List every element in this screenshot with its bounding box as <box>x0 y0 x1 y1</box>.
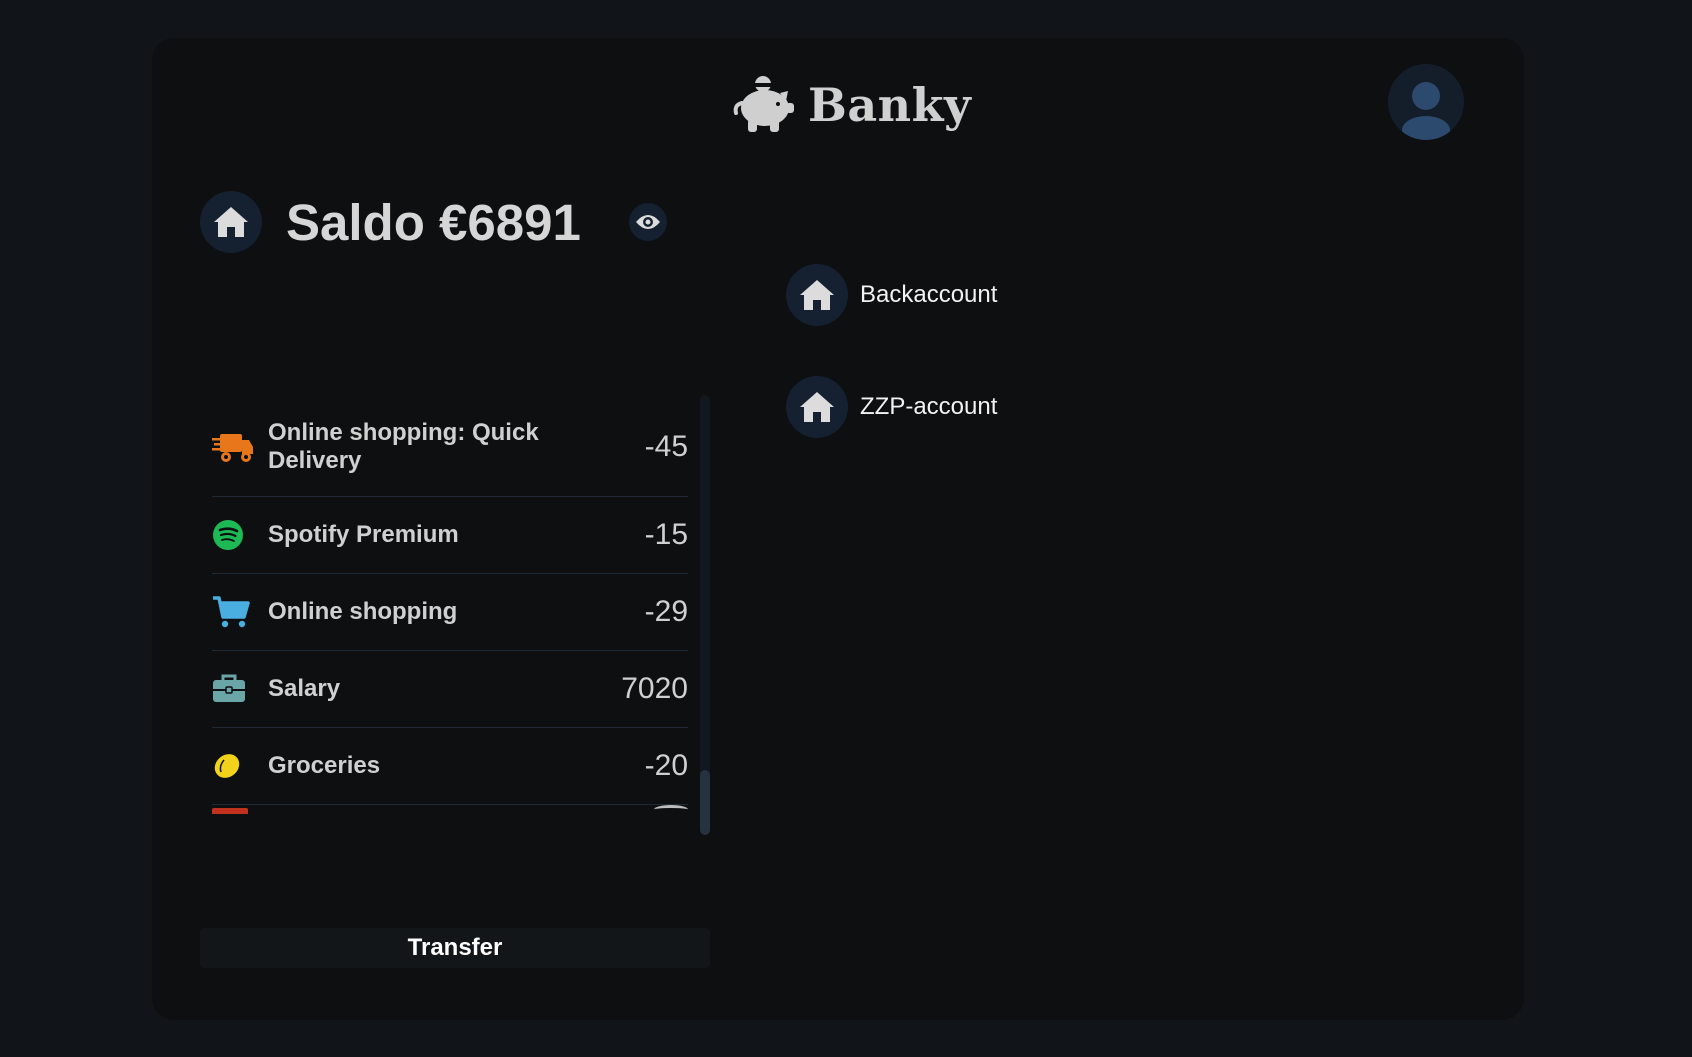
transaction-row[interactable]: Spotify Premium -15 <box>212 497 688 574</box>
transaction-label: Salary <box>268 675 341 702</box>
transaction-amount: -20 <box>644 749 688 782</box>
home-icon <box>200 191 262 253</box>
user-avatar[interactable] <box>1388 64 1464 140</box>
piggy-bank-icon <box>733 76 794 132</box>
account-list: Backaccount ZZP-account <box>786 264 997 488</box>
transaction-row[interactable]: Groceries -20 <box>212 728 688 805</box>
transaction-amount: -29 <box>644 595 688 628</box>
transaction-row-partial[interactable] <box>212 805 688 835</box>
account-label: ZZP-account <box>860 393 998 420</box>
eye-icon <box>635 215 660 229</box>
app-title: Banky <box>808 78 972 132</box>
brand: Banky <box>730 70 971 140</box>
home-icon <box>786 376 848 438</box>
transaction-list-scrollbar[interactable] <box>700 395 710 835</box>
account-item-zzp-account[interactable]: ZZP-account <box>786 376 997 438</box>
balance-title: Saldo €6891 <box>286 193 581 251</box>
user-icon <box>1402 82 1450 140</box>
transaction-amount: 7020 <box>621 672 688 705</box>
transaction-label: Online shopping <box>268 598 458 625</box>
spotify-icon <box>212 515 256 555</box>
app-card: Banky Saldo €6891 Online shopping: Quick… <box>152 38 1524 1020</box>
home-icon <box>786 264 848 326</box>
transaction-label: Online shopping: Quick Delivery <box>268 419 539 474</box>
transfer-button[interactable]: Transfer <box>200 928 710 968</box>
lemon-icon <box>212 746 256 786</box>
transaction-icon-partial <box>212 808 248 814</box>
transaction-label: Groceries <box>268 752 381 779</box>
transaction-list[interactable]: Online shopping: Quick Delivery -45 Spot… <box>212 398 688 835</box>
transaction-label: Spotify Premium <box>268 521 459 548</box>
transaction-row[interactable]: Online shopping: Quick Delivery -45 <box>212 398 688 497</box>
truck-fast-icon <box>212 427 256 467</box>
scrollbar-thumb[interactable] <box>700 770 710 835</box>
account-item-backaccount[interactable]: Backaccount <box>786 264 997 326</box>
balance-header: Saldo €6891 <box>200 189 667 255</box>
briefcase-icon <box>212 669 256 709</box>
cart-icon <box>212 592 256 632</box>
transaction-row[interactable]: Online shopping -29 <box>212 574 688 651</box>
account-label: Backaccount <box>860 281 998 308</box>
toggle-balance-visibility-button[interactable] <box>628 203 667 241</box>
transaction-amount: -45 <box>644 430 688 463</box>
transaction-amount: -15 <box>644 518 688 551</box>
transaction-row[interactable]: Salary 7020 <box>212 651 688 728</box>
transaction-amount-partial <box>654 805 688 814</box>
